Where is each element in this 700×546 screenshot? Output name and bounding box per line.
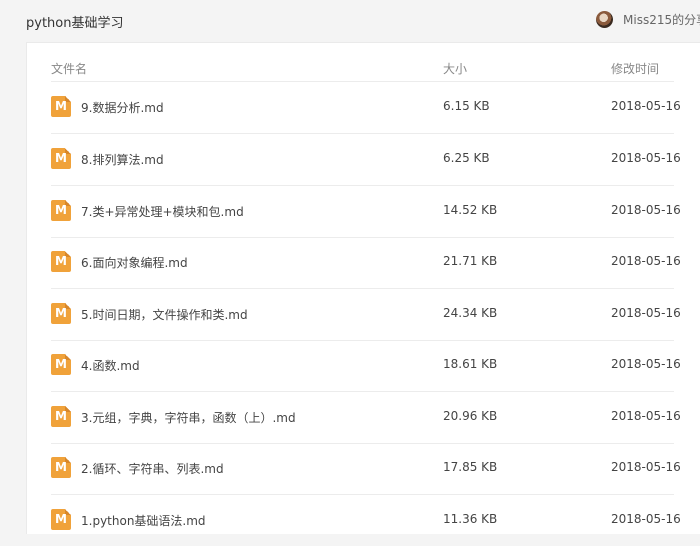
file-name[interactable]: 6.面向对象编程.md [81, 254, 188, 271]
avatar[interactable] [596, 11, 613, 28]
file-size: 18.61 KB [443, 357, 498, 371]
file-size: 20.96 KB [443, 409, 498, 423]
table-row[interactable]: M 6.面向对象编程.md 21.71 KB 2018-05-16 [51, 237, 681, 289]
column-header-name[interactable]: 文件名 [51, 60, 87, 77]
file-size: 17.85 KB [443, 460, 498, 474]
table-row[interactable]: M 1.python基础语法.md 11.36 KB 2018-05-16 [51, 495, 681, 546]
markdown-file-icon: M [51, 96, 71, 117]
file-name[interactable]: 9.数据分析.md [81, 99, 164, 116]
table-row[interactable]: M 9.数据分析.md 6.15 KB 2018-05-16 [51, 82, 681, 134]
file-size: 11.36 KB [443, 512, 498, 526]
file-modified: 2018-05-16 [611, 151, 681, 165]
table-row[interactable]: M 3.元组，字典，字符串，函数（上）.md 20.96 KB 2018-05-… [51, 392, 681, 444]
file-size: 6.15 KB [443, 99, 490, 113]
column-header-size[interactable]: 大小 [443, 60, 467, 77]
file-list-panel: 文件名 大小 修改时间 M 9.数据分析.md 6.15 KB 2018-05-… [26, 42, 700, 534]
table-row[interactable]: M 4.函数.md 18.61 KB 2018-05-16 [51, 340, 681, 392]
file-size: 24.34 KB [443, 306, 498, 320]
file-size: 14.52 KB [443, 203, 498, 217]
table-row[interactable]: M 7.类+异常处理+模块和包.md 14.52 KB 2018-05-16 [51, 186, 681, 238]
file-modified: 2018-05-16 [611, 203, 681, 217]
markdown-file-icon: M [51, 200, 71, 221]
table-row[interactable]: M 5.时间日期，文件操作和类.md 24.34 KB 2018-05-16 [51, 289, 681, 341]
user-profile[interactable]: Miss215的分享 [596, 11, 700, 28]
table-row[interactable]: M 2.循环、字符串、列表.md 17.85 KB 2018-05-16 [51, 443, 681, 495]
file-name[interactable]: 2.循环、字符串、列表.md [81, 460, 224, 477]
markdown-file-icon: M [51, 303, 71, 324]
table-header: 文件名 大小 修改时间 [51, 43, 674, 82]
file-name[interactable]: 7.类+异常处理+模块和包.md [81, 203, 244, 220]
file-modified: 2018-05-16 [611, 460, 681, 474]
file-name[interactable]: 1.python基础语法.md [81, 512, 206, 529]
markdown-file-icon: M [51, 251, 71, 272]
header: python基础学习 Miss215的分享 [0, 0, 700, 40]
markdown-file-icon: M [51, 457, 71, 478]
file-name[interactable]: 8.排列算法.md [81, 151, 164, 168]
file-name[interactable]: 4.函数.md [81, 357, 140, 374]
column-header-modified[interactable]: 修改时间 [611, 60, 659, 77]
file-modified: 2018-05-16 [611, 357, 681, 371]
table-row[interactable]: M 8.排列算法.md 6.25 KB 2018-05-16 [51, 134, 681, 186]
file-modified: 2018-05-16 [611, 99, 681, 113]
file-modified: 2018-05-16 [611, 254, 681, 268]
file-size: 6.25 KB [443, 151, 490, 165]
markdown-file-icon: M [51, 148, 71, 169]
file-modified: 2018-05-16 [611, 512, 681, 526]
file-modified: 2018-05-16 [611, 306, 681, 320]
file-name[interactable]: 5.时间日期，文件操作和类.md [81, 306, 248, 323]
file-size: 21.71 KB [443, 254, 498, 268]
file-modified: 2018-05-16 [611, 409, 681, 423]
markdown-file-icon: M [51, 509, 71, 530]
markdown-file-icon: M [51, 406, 71, 427]
file-name[interactable]: 3.元组，字典，字符串，函数（上）.md [81, 409, 296, 426]
folder-title: python基础学习 [26, 16, 124, 31]
username[interactable]: Miss215的分享 [623, 11, 700, 28]
markdown-file-icon: M [51, 354, 71, 375]
